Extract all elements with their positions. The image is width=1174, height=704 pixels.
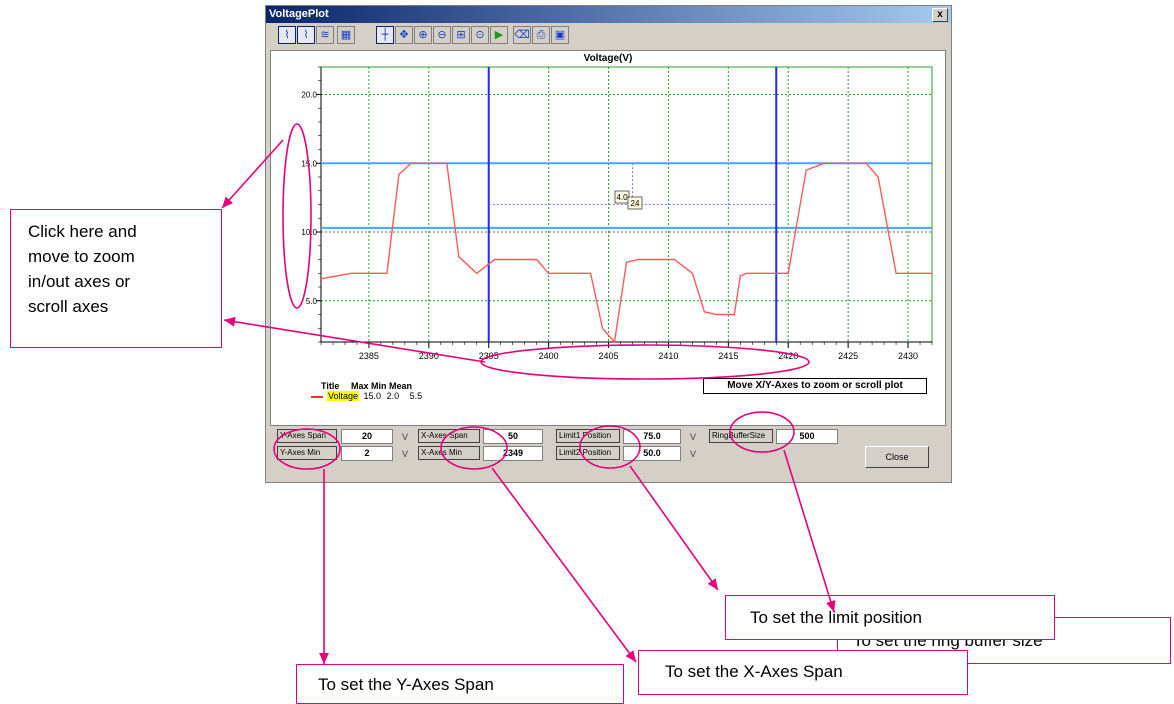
y-axes-min-label: Y-Axes Min (277, 446, 337, 460)
legend-min-header: Min (371, 381, 387, 391)
zoom-callout-line-3: in/out axes or (28, 272, 131, 291)
step-plot-icon[interactable]: ⌇ (297, 26, 315, 44)
y-axes-min-input[interactable]: 2 (341, 446, 393, 461)
zoom-reset-icon[interactable]: ⊙ (471, 26, 489, 44)
plot-panel: Voltage(V) Title Max Min Mean Voltage 15.0 … (270, 50, 946, 426)
zoom-callout-line-1: Click here and (28, 222, 137, 241)
limit2-position-input[interactable]: 50.0 (623, 446, 681, 461)
close-button[interactable]: Close (865, 446, 929, 468)
legend-mean-value: 5.5 (409, 391, 423, 401)
zoom-scroll-hint: Move X/Y-Axes to zoom or scroll plot (703, 378, 927, 394)
eraser-icon[interactable]: ⌫ (513, 26, 531, 44)
ring-buffer-size-input[interactable]: 500 (776, 429, 838, 444)
x-axes-min-input[interactable]: 2349 (483, 446, 543, 461)
crosshair-icon[interactable]: ┼ (376, 26, 394, 44)
legend-row-voltage[interactable]: Voltage 15.0 2.0 5.5 (311, 391, 422, 401)
multi-trace-icon[interactable]: ≋ (316, 26, 334, 44)
zoom-box-icon[interactable]: ⊞ (452, 26, 470, 44)
limit1-position-label: Limit1 Position (556, 429, 620, 443)
y-axes-min-unit: V (402, 449, 409, 459)
legend-mean-header: Mean (389, 381, 413, 391)
legend-max-header: Max (351, 381, 369, 391)
x-span-callout-text: To set the X-Axes Span (665, 662, 843, 681)
x-axes-span-label: X-Axes Span (418, 429, 480, 443)
x-axes-span-callout: To set the X-Axes Span (638, 650, 968, 695)
y-span-callout-text: To set the Y-Axes Span (318, 675, 494, 694)
title-bar[interactable]: VoltagePlot x (266, 6, 951, 23)
y-axes-span-callout: To set the Y-Axes Span (296, 664, 624, 704)
limit1-position-input[interactable]: 75.0 (623, 429, 681, 444)
legend-header: Title Max Min Mean (311, 381, 422, 391)
grid-icon[interactable]: ▦ (337, 26, 355, 44)
close-window-button[interactable]: x (932, 8, 948, 22)
line-plot-icon[interactable]: ⌇ (278, 26, 296, 44)
save-icon[interactable]: ▣ (551, 26, 569, 44)
arrow-x-span (491, 467, 637, 663)
print-icon[interactable]: ⎙ (532, 26, 550, 44)
legend-swatch (311, 395, 323, 398)
zoom-out-icon[interactable]: ⊖ (433, 26, 451, 44)
ring-buffer-size-label: RingBufferSize (709, 429, 773, 443)
legend: Title Max Min Mean Voltage 15.0 2.0 5.5 (311, 381, 422, 401)
zoom-callout-line-2: move to zoom (28, 247, 135, 266)
legend-title-header: Title (321, 381, 340, 391)
play-icon[interactable]: ▶ (490, 26, 508, 44)
limit2-position-unit: V (690, 449, 697, 459)
plot-title: Voltage(V) (583, 53, 633, 64)
arrow-x-span-head (625, 650, 636, 662)
limit1-position-unit: V (690, 432, 697, 442)
y-axes-span-input[interactable]: 20 (341, 429, 393, 444)
arrow-limit (629, 465, 719, 591)
arrow-y-span-head (319, 653, 329, 664)
limit-callout-text: To set the limit position (750, 608, 922, 627)
limit2-position-label: Limit2 Position (556, 446, 620, 460)
x-axes-span-input[interactable]: 50 (483, 429, 543, 444)
zoom-in-icon[interactable]: ⊕ (414, 26, 432, 44)
legend-series-name: Voltage (327, 391, 360, 401)
arrow-x-axis-to-callout-head (224, 316, 236, 327)
zoom-axes-callout: Click here and move to zoom in/out axes … (10, 209, 222, 348)
window-title: VoltagePlot (269, 8, 329, 20)
zoom-callout-line-4: scroll axes (28, 297, 109, 316)
voltage-plot-window: VoltagePlot x ⌇ ⌇ ≋ ▦ ┼ ✥ ⊕ ⊖ ⊞ ⊙ ▶ ⌫ ⎙ ▣ Voltage(V) … (265, 5, 952, 483)
arrow-y-axis-to-callout-head (222, 196, 233, 208)
legend-min-value: 2.0 (386, 391, 400, 401)
legend-max-value: 15.0 (363, 391, 382, 401)
y-axes-span-label: Y-Axes Span (277, 429, 337, 443)
arrow-limit-head (707, 578, 718, 590)
x-axes-min-label: X-Axes Min (418, 446, 480, 460)
pan-icon[interactable]: ✥ (395, 26, 413, 44)
y-axes-span-unit: V (402, 432, 409, 442)
limit-position-callout: To set the limit position (725, 595, 1055, 640)
